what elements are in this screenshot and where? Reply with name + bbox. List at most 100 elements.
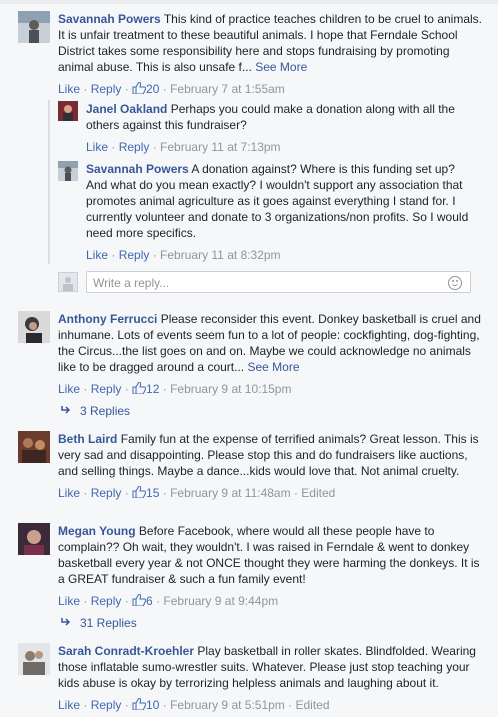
- edited-label[interactable]: Edited: [295, 698, 329, 712]
- avatar[interactable]: [58, 161, 78, 181]
- separator: ·: [121, 698, 133, 712]
- reply-comment: Savannah Powers A donation against? Wher…: [58, 161, 476, 263]
- timestamp[interactable]: February 9 at 11:48am: [170, 486, 291, 500]
- like-count[interactable]: 15: [132, 486, 159, 500]
- separator: ·: [80, 698, 91, 712]
- avatar[interactable]: [18, 643, 50, 675]
- like-button[interactable]: Like: [86, 140, 108, 154]
- separator: ·: [152, 594, 164, 608]
- thumbs-up-icon: [132, 82, 147, 94]
- commenter-name[interactable]: Savannah Powers: [58, 12, 161, 26]
- thumbs-up-icon: [132, 698, 147, 710]
- comment: Anthony Ferrucci Please reconsider this …: [18, 311, 488, 397]
- top-scroll-edge: [0, 0, 498, 4]
- see-more-link[interactable]: See More: [255, 60, 307, 74]
- like-count[interactable]: 10: [132, 698, 159, 712]
- comment-body: Savannah Powers A donation against? Wher…: [86, 161, 476, 241]
- comment-body: Anthony Ferrucci Please reconsider this …: [58, 311, 488, 375]
- view-replies-link[interactable]: 3 Replies: [60, 403, 130, 419]
- avatar[interactable]: [18, 311, 50, 343]
- like-button[interactable]: Like: [86, 248, 108, 262]
- like-button[interactable]: Like: [58, 82, 80, 96]
- separator: ·: [108, 248, 119, 262]
- separator: ·: [80, 382, 91, 396]
- thumbs-up-icon: [132, 486, 147, 498]
- comment-actions: Like · Reply · 12 · February 9 at 10:15p…: [58, 381, 488, 397]
- timestamp[interactable]: February 9 at 10:15pm: [170, 382, 291, 396]
- thumbs-up-icon: [132, 382, 147, 394]
- comment-body: Beth Laird Family fun at the expense of …: [58, 431, 488, 479]
- like-count[interactable]: 12: [132, 382, 159, 396]
- avatar[interactable]: [58, 101, 78, 121]
- avatar[interactable]: [18, 431, 50, 463]
- like-button[interactable]: Like: [58, 382, 80, 396]
- commenter-name[interactable]: Janel Oakland: [86, 102, 167, 116]
- emoji-icon[interactable]: [448, 276, 462, 290]
- reply-composer: Write a reply...: [58, 271, 471, 293]
- reply-button[interactable]: Reply: [119, 140, 150, 154]
- reply-arrow-icon: [61, 618, 71, 626]
- like-count[interactable]: 20: [132, 82, 159, 96]
- timestamp[interactable]: February 11 at 8:32pm: [160, 248, 281, 262]
- like-count[interactable]: 6: [132, 594, 153, 608]
- comment-body: Janel Oakland Perhaps you could make a d…: [86, 101, 476, 133]
- reply-button[interactable]: Reply: [119, 248, 150, 262]
- separator: ·: [284, 698, 296, 712]
- comment-actions: Like · Reply · 20 · February 7 at 1:55am: [58, 81, 488, 97]
- timestamp[interactable]: February 9 at 5:51pm: [170, 698, 285, 712]
- comment: Savannah Powers This kind of practice te…: [18, 11, 488, 97]
- reply-button[interactable]: Reply: [91, 486, 122, 500]
- separator: ·: [149, 140, 161, 154]
- comment-actions: Like · Reply · 10 · February 9 at 5:51pm…: [58, 697, 488, 713]
- timestamp[interactable]: February 11 at 7:13pm: [160, 140, 281, 154]
- separator: ·: [149, 248, 161, 262]
- comment: Sarah Conradt-Kroehler Play basketball i…: [18, 643, 488, 713]
- commenter-name[interactable]: Beth Laird: [58, 432, 117, 446]
- current-user-avatar: [58, 272, 78, 292]
- separator: ·: [121, 82, 133, 96]
- comment: Beth Laird Family fun at the expense of …: [18, 431, 488, 501]
- reply-input[interactable]: Write a reply...: [86, 271, 471, 293]
- reply-button[interactable]: Reply: [91, 382, 122, 396]
- reply-comment: Janel Oakland Perhaps you could make a d…: [58, 101, 476, 155]
- reply-button[interactable]: Reply: [91, 698, 122, 712]
- separator: ·: [159, 382, 171, 396]
- view-replies-link[interactable]: 31 Replies: [60, 615, 137, 631]
- like-button[interactable]: Like: [58, 486, 80, 500]
- comment-body: Sarah Conradt-Kroehler Play basketball i…: [58, 643, 488, 691]
- timestamp[interactable]: February 9 at 9:44pm: [163, 594, 278, 608]
- comment-actions: Like · Reply · 15 · February 9 at 11:48a…: [58, 485, 488, 501]
- separator: ·: [159, 82, 171, 96]
- separator: ·: [290, 486, 302, 500]
- reply-arrow-icon: [61, 406, 71, 414]
- comment-actions: Like · Reply · February 11 at 8:32pm: [86, 247, 476, 263]
- like-button[interactable]: Like: [58, 594, 80, 608]
- reply-button[interactable]: Reply: [91, 82, 122, 96]
- comment: Megan Young Before Facebook, where would…: [18, 523, 488, 609]
- avatar[interactable]: [18, 523, 50, 555]
- comment-text: Family fun at the expense of terrified a…: [58, 432, 479, 478]
- commenter-name[interactable]: Megan Young: [58, 524, 136, 538]
- separator: ·: [108, 140, 119, 154]
- reply-placeholder: Write a reply...: [93, 276, 170, 290]
- separator: ·: [80, 82, 91, 96]
- like-button[interactable]: Like: [58, 698, 80, 712]
- separator: ·: [80, 594, 91, 608]
- timestamp[interactable]: February 7 at 1:55am: [170, 82, 285, 96]
- thumbs-up-icon: [132, 594, 147, 606]
- separator: ·: [121, 382, 133, 396]
- separator: ·: [159, 698, 171, 712]
- separator: ·: [121, 486, 133, 500]
- avatar[interactable]: [18, 11, 50, 43]
- comment-body: Savannah Powers This kind of practice te…: [58, 11, 488, 75]
- commenter-name[interactable]: Sarah Conradt-Kroehler: [58, 644, 194, 658]
- thread-line: [48, 100, 50, 264]
- commenter-name[interactable]: Savannah Powers: [86, 162, 189, 176]
- separator: ·: [121, 594, 133, 608]
- separator: ·: [159, 486, 171, 500]
- see-more-link[interactable]: See More: [247, 360, 299, 374]
- reply-button[interactable]: Reply: [91, 594, 122, 608]
- edited-label[interactable]: Edited: [301, 486, 335, 500]
- commenter-name[interactable]: Anthony Ferrucci: [58, 312, 157, 326]
- comment-actions: Like · Reply · 6 · February 9 at 9:44pm: [58, 593, 488, 609]
